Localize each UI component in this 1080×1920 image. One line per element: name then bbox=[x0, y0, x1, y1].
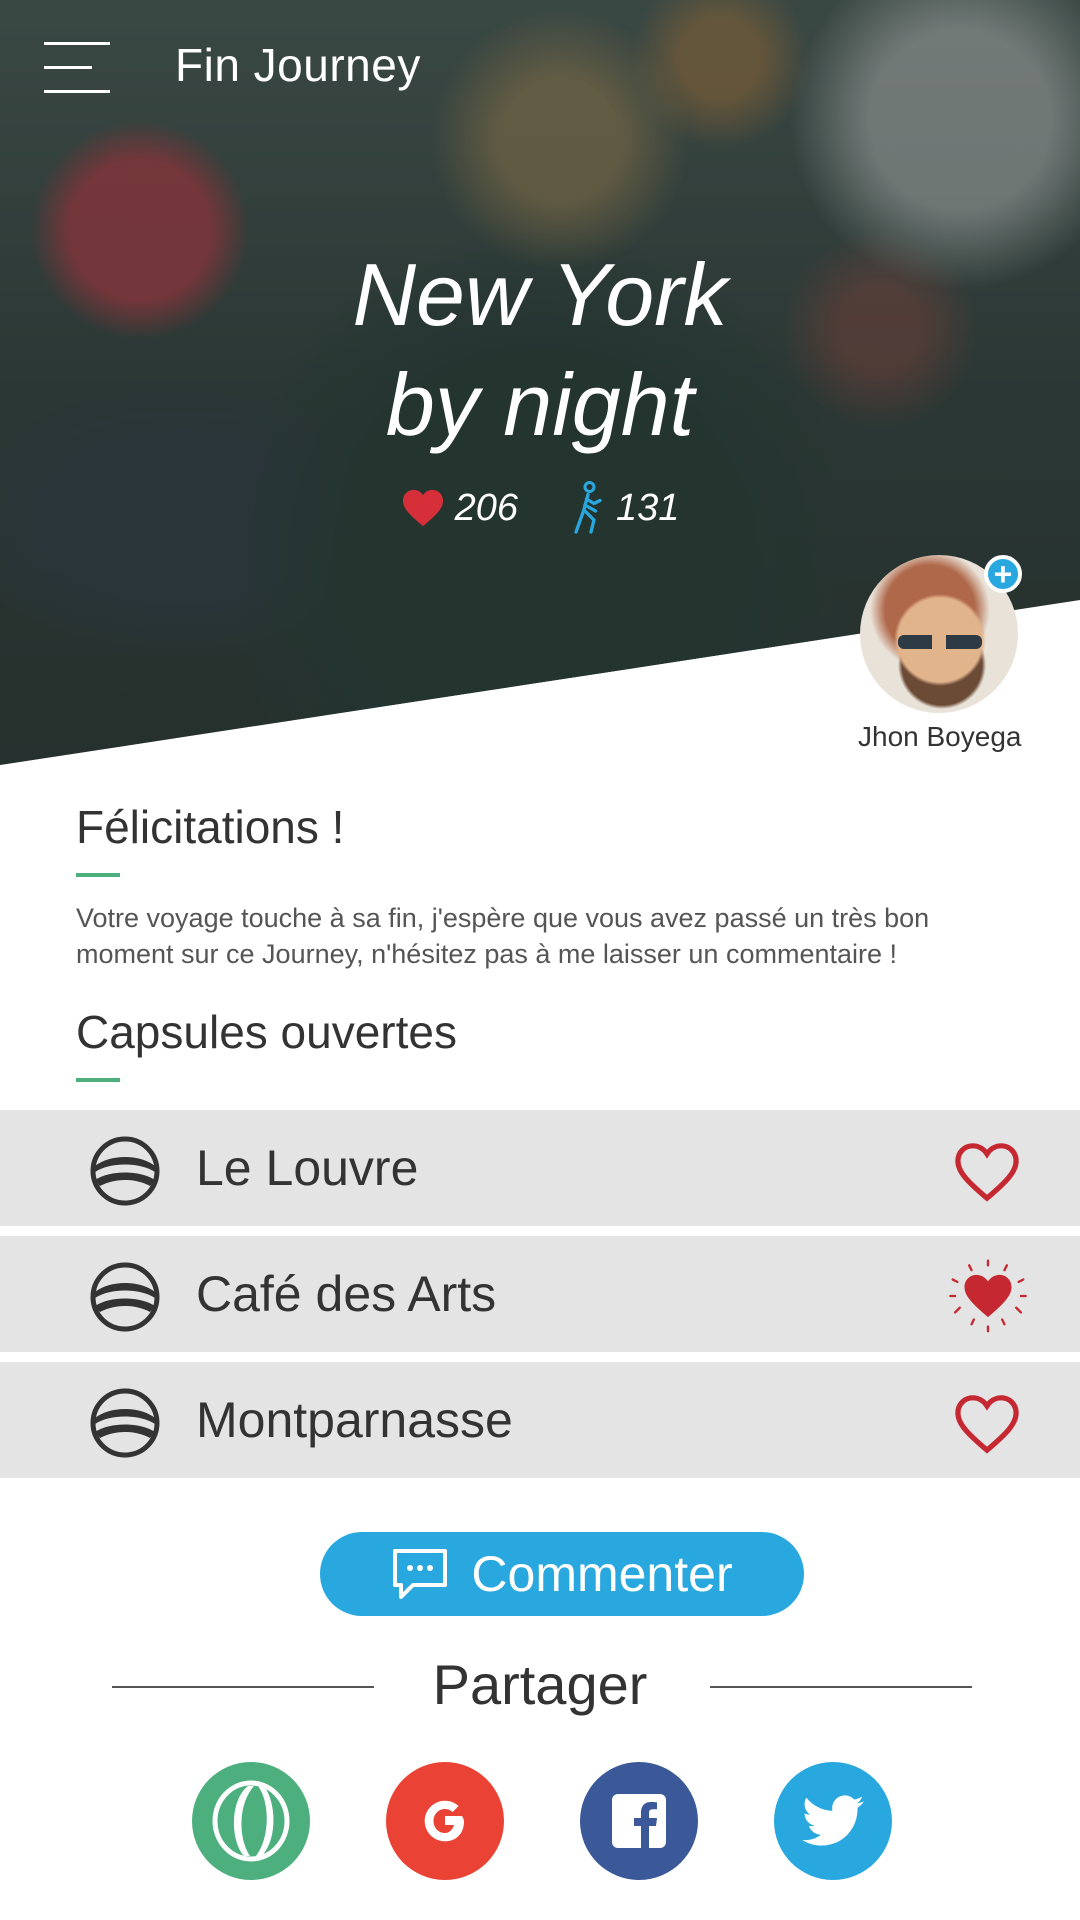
author-name: Jhon Boyega bbox=[858, 721, 1022, 752]
facebook-icon bbox=[612, 1794, 666, 1848]
likes-count: 206 bbox=[454, 486, 518, 529]
hamburger-menu-icon[interactable] bbox=[44, 40, 110, 96]
walkers-stat: 131 bbox=[570, 480, 679, 536]
capsule-icon bbox=[90, 1262, 160, 1332]
journey-title-line2: by night bbox=[385, 355, 695, 454]
chat-bubble-icon bbox=[393, 1549, 448, 1599]
journey-stats: 206 131 bbox=[0, 480, 1080, 536]
capsule-label: Le Louvre bbox=[196, 1140, 419, 1196]
capsule-icon bbox=[90, 1388, 160, 1458]
avatar-glasses bbox=[898, 635, 982, 649]
journey-title: New York by night bbox=[0, 240, 1080, 460]
author-card[interactable]: + Jhon Boyega bbox=[858, 555, 1022, 753]
capsule-icon bbox=[90, 1136, 160, 1206]
capsule-label: Café des Arts bbox=[196, 1266, 497, 1322]
congrats-title: Félicitations ! bbox=[76, 801, 345, 853]
app-logo-icon bbox=[212, 1780, 290, 1862]
share-divider-right bbox=[710, 1686, 972, 1688]
app-title: Fin Journey bbox=[175, 39, 421, 91]
likes-stat: 206 bbox=[401, 480, 518, 536]
follow-plus-icon[interactable]: + bbox=[984, 555, 1022, 593]
heart-icon bbox=[402, 489, 443, 527]
capsule-row-montparnasse[interactable]: Montparnasse bbox=[0, 1362, 1080, 1478]
congrats-underline bbox=[76, 873, 120, 877]
google-icon bbox=[424, 1800, 464, 1842]
walkers-count: 131 bbox=[616, 486, 680, 529]
capsule-row-louvre[interactable]: Le Louvre bbox=[0, 1110, 1080, 1226]
congrats-text: Votre voyage touche à sa fin, j'espère q… bbox=[76, 903, 930, 969]
twitter-icon bbox=[802, 1795, 864, 1846]
comment-button[interactable]: Commenter bbox=[320, 1532, 804, 1616]
share-facebook-button[interactable] bbox=[580, 1762, 698, 1880]
share-twitter-button[interactable] bbox=[774, 1762, 892, 1880]
share-app-button[interactable] bbox=[192, 1762, 310, 1880]
capsule-label: Montparnasse bbox=[196, 1392, 513, 1448]
share-title: Partager bbox=[432, 1653, 648, 1716]
heart-outline-icon[interactable] bbox=[952, 1140, 1022, 1204]
capsules-underline bbox=[76, 1078, 120, 1082]
share-google-button[interactable] bbox=[386, 1762, 504, 1880]
comment-button-label: Commenter bbox=[471, 1546, 733, 1602]
capsules-title: Capsules ouvertes bbox=[76, 1006, 457, 1058]
capsule-row-cafe[interactable]: Café des Arts bbox=[0, 1236, 1080, 1352]
avatar[interactable]: + bbox=[860, 555, 1022, 713]
heart-filled-sparkle-icon[interactable] bbox=[944, 1256, 1032, 1336]
heart-outline-icon[interactable] bbox=[952, 1392, 1022, 1456]
journey-title-line1: New York bbox=[352, 245, 728, 344]
walker-icon bbox=[574, 481, 602, 534]
